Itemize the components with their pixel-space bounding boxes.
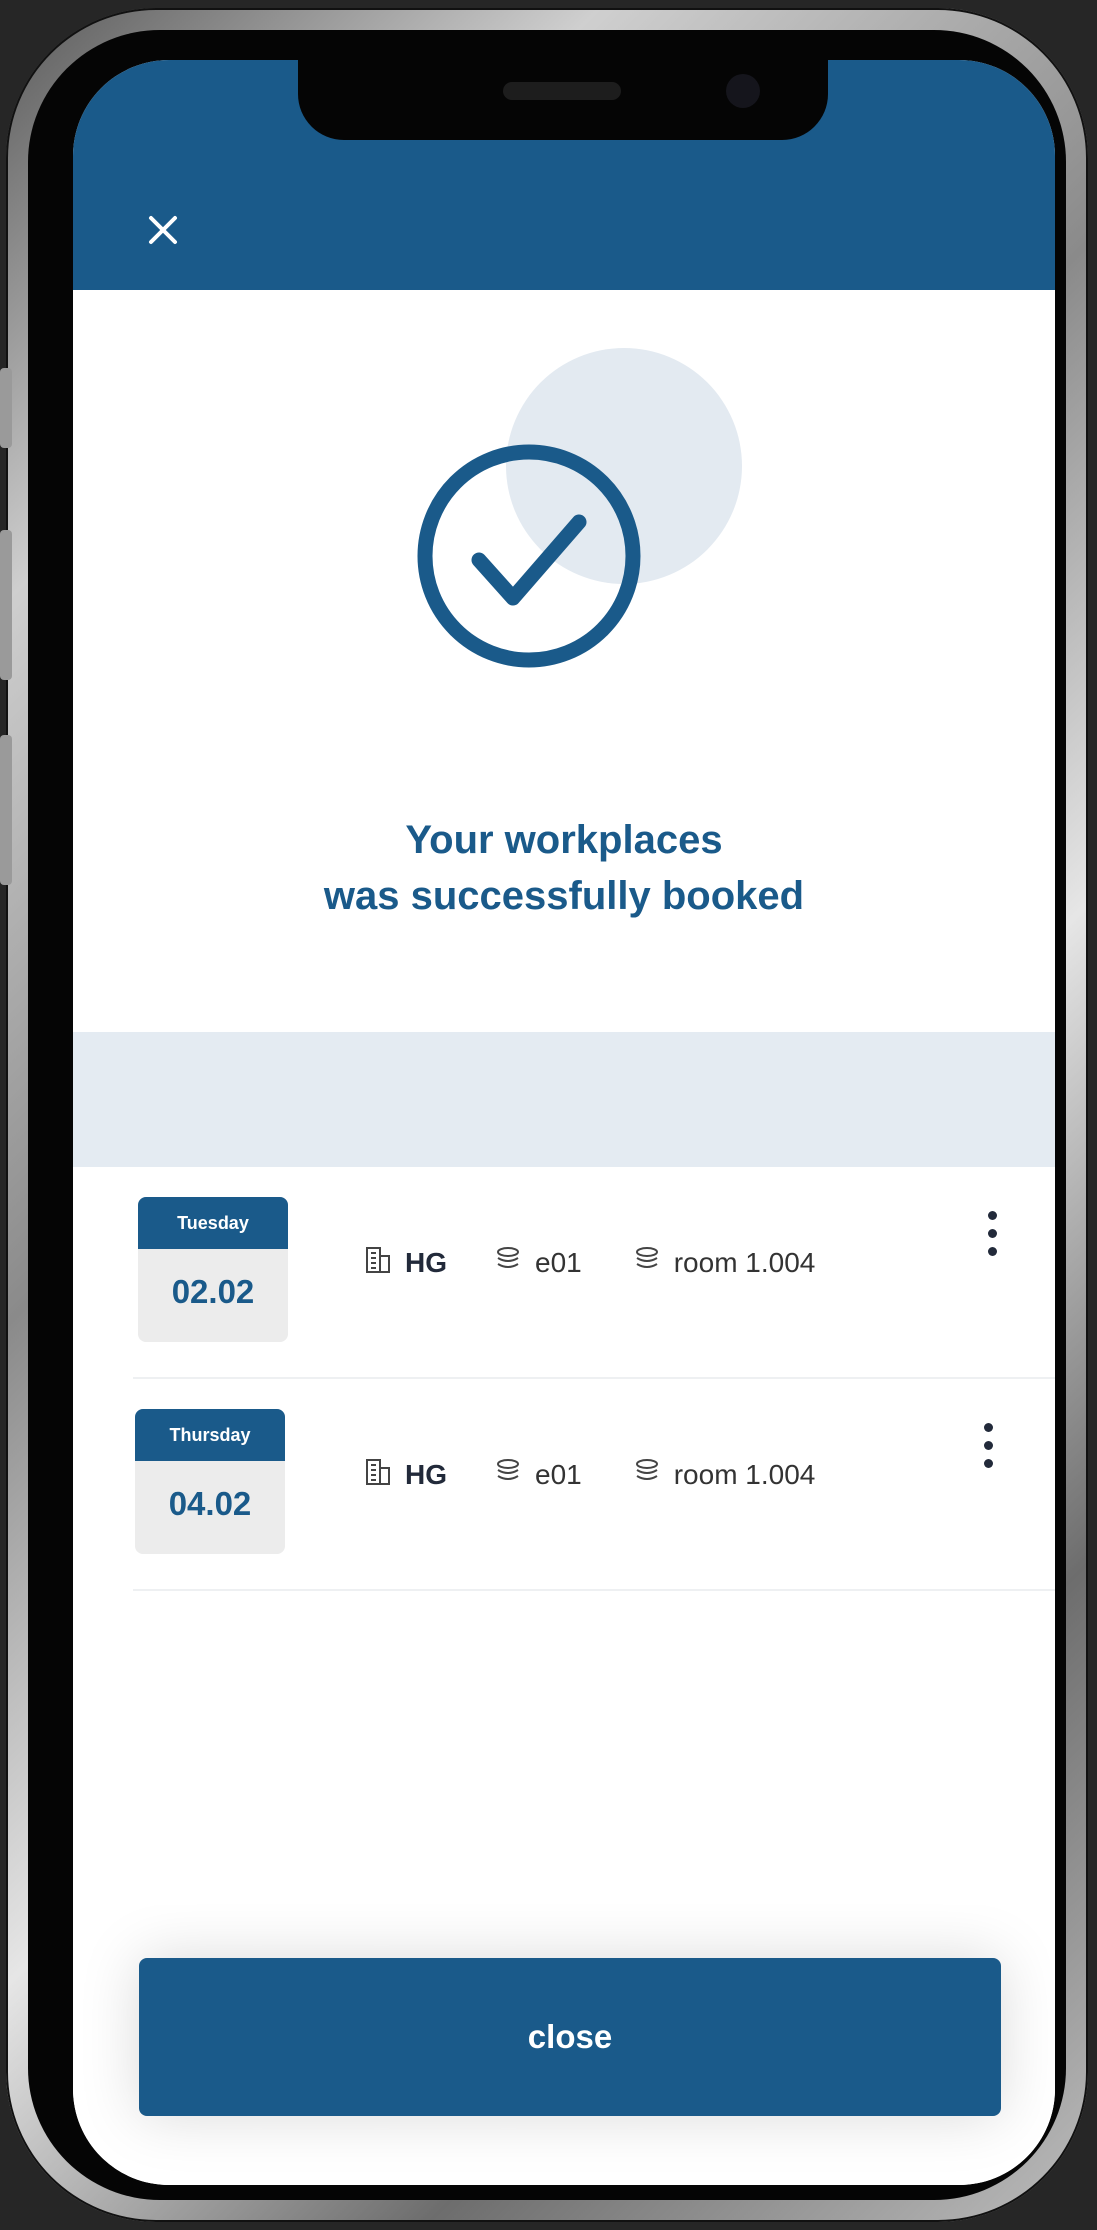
booking-row: Thursday 04.02 HG e01 room 1.004	[133, 1379, 1055, 1591]
more-options-icon[interactable]	[980, 1211, 1004, 1267]
layers-icon	[634, 1246, 660, 1281]
volume-up-button	[0, 530, 12, 680]
date-value: 04.02	[168, 1485, 252, 1522]
building-info: HG	[365, 1458, 447, 1493]
room-label: room 1.004	[673, 1247, 816, 1278]
layers-icon	[495, 1458, 521, 1493]
building-label: HG	[405, 1459, 447, 1490]
front-camera	[726, 74, 760, 108]
booking-row: Tuesday 02.02 HG e01 room 1.004	[133, 1167, 1055, 1379]
more-options-icon[interactable]	[976, 1423, 1000, 1479]
layers-icon	[495, 1246, 521, 1281]
success-illustration	[73, 290, 1055, 690]
date-card: Thursday 04.02	[135, 1409, 285, 1554]
room-label: room 1.004	[673, 1459, 816, 1490]
building-icon	[365, 1458, 391, 1493]
room-info: room 1.004	[634, 1458, 816, 1493]
booking-list: Tuesday 02.02 HG e01 room 1.004 Thursday…	[73, 1167, 1055, 1591]
floor-info: e01	[495, 1458, 582, 1493]
booking-details: HG e01 room 1.004	[365, 1455, 815, 1495]
section-divider-band	[73, 1032, 1055, 1167]
building-label: HG	[405, 1247, 447, 1278]
date-weekday: Tuesday	[138, 1197, 288, 1249]
building-icon	[365, 1246, 391, 1281]
date-card: Tuesday 02.02	[138, 1197, 288, 1342]
silent-switch	[0, 368, 12, 448]
app-screen: Your workplaces was successfully booked …	[73, 60, 1055, 2185]
success-message-line1: Your workplaces	[405, 818, 723, 862]
room-info: room 1.004	[634, 1246, 816, 1281]
date-weekday: Thursday	[135, 1409, 285, 1461]
building-info: HG	[365, 1246, 447, 1281]
booking-details: HG e01 room 1.004	[365, 1243, 815, 1283]
floor-info: e01	[495, 1246, 582, 1281]
success-message-line2: was successfully booked	[323, 874, 805, 918]
close-button[interactable]: close	[139, 1958, 1001, 2116]
floor-label: e01	[535, 1247, 582, 1278]
date-value: 02.02	[171, 1273, 255, 1310]
checkmark-circle-icon	[411, 438, 647, 679]
phone-notch	[298, 60, 828, 140]
floor-label: e01	[535, 1459, 582, 1490]
earpiece-speaker	[503, 82, 621, 100]
success-message: Your workplaces was successfully booked	[73, 812, 1055, 924]
close-icon[interactable]	[145, 212, 181, 248]
layers-icon	[634, 1458, 660, 1493]
volume-down-button	[0, 735, 12, 885]
